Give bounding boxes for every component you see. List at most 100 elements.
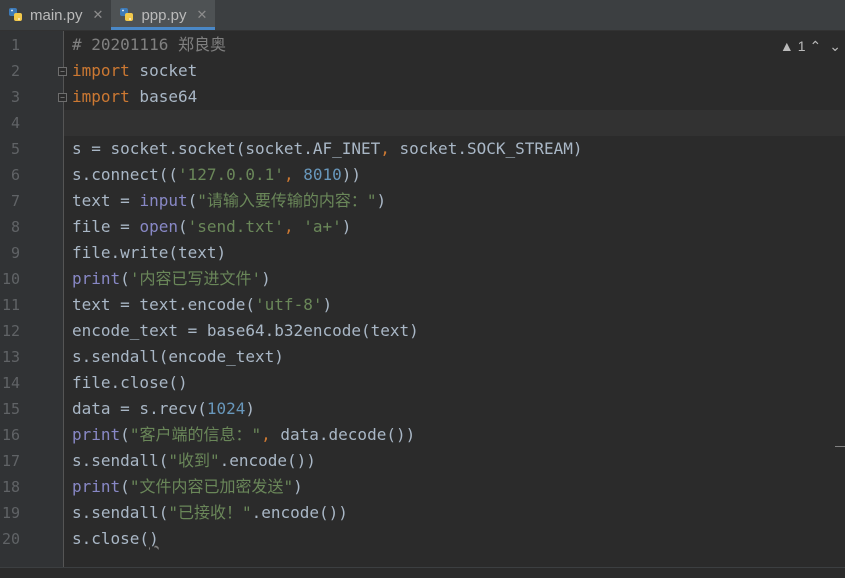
previous-highlight-icon[interactable]: ⌃ — [810, 38, 822, 55]
code-token: data = s.recv( — [72, 399, 207, 418]
code-text: s.sendall("已接收！".encode()) — [72, 500, 348, 526]
inspection-widget: ▲ 1 ⌃ ⌄ — [755, 31, 845, 61]
code-text: s = socket.socket(socket.AF_INET, socket… — [72, 136, 583, 162]
code-token: data.decode()) — [270, 425, 416, 444]
code-line[interactable]: data = s.recv(1024) — [64, 396, 845, 422]
line-number: 8 — [10, 218, 20, 236]
code-token: print — [72, 477, 121, 496]
code-token: ) — [149, 529, 159, 548]
code-line[interactable]: text = text.encode('utf-8') — [64, 292, 845, 318]
code-line[interactable]: file.close() — [64, 370, 845, 396]
code-token: s = socket.socket(socket.AF_INET — [72, 139, 381, 158]
code-text: s.sendall(encode_text) — [72, 344, 284, 370]
line-number: 14 — [1, 374, 20, 392]
code-token: ( — [187, 191, 198, 210]
code-line[interactable]: print("文件内容已加密发送") — [64, 474, 845, 500]
line-number: 2 — [10, 62, 20, 80]
line-number: 19 — [1, 504, 20, 522]
code-line[interactable]: # 20201116 郑良奥 — [64, 32, 845, 58]
code-text: file = open('send.txt', 'a+') — [72, 214, 351, 240]
line-number: 12 — [1, 322, 20, 340]
code-token: 1024 — [206, 399, 246, 418]
code-text: text = text.encode('utf-8') — [72, 292, 332, 318]
horizontal-scrollbar[interactable] — [0, 567, 845, 578]
line-number: 3 — [10, 88, 20, 106]
code-token: 8010 — [303, 165, 342, 184]
code-token: ) — [261, 269, 271, 288]
code-token: '127.0.0.1' — [177, 165, 284, 184]
tab-ppp-py[interactable]: ppp.py ✕ — [111, 0, 216, 30]
code-token: import — [72, 87, 130, 106]
code-line[interactable]: s = socket.socket(socket.AF_INET, socket… — [64, 136, 845, 162]
code-token: ) — [293, 477, 303, 496]
code-token: .encode()) — [219, 451, 316, 470]
code-token: , — [283, 165, 294, 184]
code-token: )) — [341, 165, 362, 184]
code-text: print("文件内容已加密发送") — [72, 474, 303, 500]
code-token: print — [72, 425, 121, 444]
code-token: ( — [120, 269, 130, 288]
scrollbar-marker — [835, 446, 845, 447]
tab-label: ppp.py — [141, 6, 187, 24]
code-token: base64 — [129, 87, 198, 106]
code-text: s.connect(('127.0.0.1', 8010)) — [72, 162, 361, 188]
line-number: 15 — [1, 400, 20, 418]
line-number: 4 — [10, 114, 20, 132]
code-token: , — [380, 139, 390, 158]
code-token: print — [72, 269, 121, 288]
code-line[interactable]: text = input("请输入要传输的内容：") — [64, 188, 845, 214]
code-text: s.sendall("收到".encode()) — [72, 448, 316, 474]
code-token: "请输入要传输的内容：" — [197, 191, 377, 210]
next-highlight-icon[interactable]: ⌄ — [829, 38, 841, 55]
code-token: text = — [72, 191, 140, 210]
code-text: import base64 — [72, 84, 197, 110]
line-number: 17 — [1, 452, 20, 470]
line-number: 13 — [1, 348, 20, 366]
code-editor[interactable]: 1 2 3 4 5 6 7 8 9 10 11 12 13 14 15 16 17 18 19 20− − # 2020… — [0, 31, 845, 578]
code-token: ) — [322, 295, 333, 314]
close-icon[interactable]: ✕ — [196, 7, 207, 23]
code-line[interactable]: s.sendall("已接收！".encode()) — [64, 500, 845, 526]
tab-main-py[interactable]: main.py ✕ — [0, 0, 111, 30]
code-line[interactable]: s.connect(('127.0.0.1', 8010)) — [64, 162, 845, 188]
code-token: file.close() — [72, 373, 188, 392]
code-token: "已接收！" — [168, 503, 252, 522]
warning-triangle-icon[interactable]: ▲ — [780, 38, 794, 54]
code-line[interactable]: encode_text = base64.b32encode(text) — [64, 318, 845, 344]
code-line[interactable]: s.sendall(encode_text) — [64, 344, 845, 370]
line-number: 16 — [1, 426, 20, 444]
code-token: 'a+' — [303, 217, 342, 236]
code-token: '内容已写进文件' — [129, 269, 262, 288]
code-token: ( — [120, 425, 130, 444]
code-line[interactable]: import socket — [64, 58, 845, 84]
code-token: file = — [72, 217, 140, 236]
code-token: ( — [120, 477, 130, 496]
line-number: 6 — [10, 166, 20, 184]
code-token: socket.SOCK_STREAM) — [389, 139, 583, 158]
python-file-icon — [119, 7, 135, 23]
code-text: print("客户端的信息：", data.decode()) — [72, 422, 415, 448]
code-area[interactable]: # 20201116 郑良奥 import socket import base64… — [64, 31, 845, 567]
code-text: text = input("请输入要传输的内容：") — [72, 188, 386, 214]
line-number: 1 — [10, 36, 20, 54]
warning-count[interactable]: 1 — [798, 38, 806, 54]
close-icon[interactable]: ✕ — [93, 7, 104, 23]
line-number: 11 — [1, 296, 20, 314]
code-text: s.close() — [72, 526, 159, 552]
python-file-icon — [8, 7, 24, 23]
code-line[interactable]: import base64 — [64, 84, 845, 110]
code-token: s.sendall( — [72, 503, 169, 522]
code-token: , — [261, 425, 271, 444]
editor-tab-bar: main.py ✕ ppp.py ✕ — [0, 0, 845, 31]
code-line[interactable]: s.sendall("收到".encode()) — [64, 448, 845, 474]
code-text: file.write(text) — [72, 240, 226, 266]
code-line[interactable]: file = open('send.txt', 'a+') — [64, 214, 845, 240]
code-line[interactable]: s.close() — [64, 526, 845, 552]
code-line[interactable]: file.write(text) — [64, 240, 845, 266]
code-line[interactable]: print('内容已写进文件') — [64, 266, 845, 292]
code-line[interactable]: print("客户端的信息：", data.decode()) — [64, 422, 845, 448]
code-line[interactable] — [64, 110, 845, 136]
code-text: import socket — [72, 58, 197, 84]
code-token: 'send.txt' — [187, 217, 284, 236]
